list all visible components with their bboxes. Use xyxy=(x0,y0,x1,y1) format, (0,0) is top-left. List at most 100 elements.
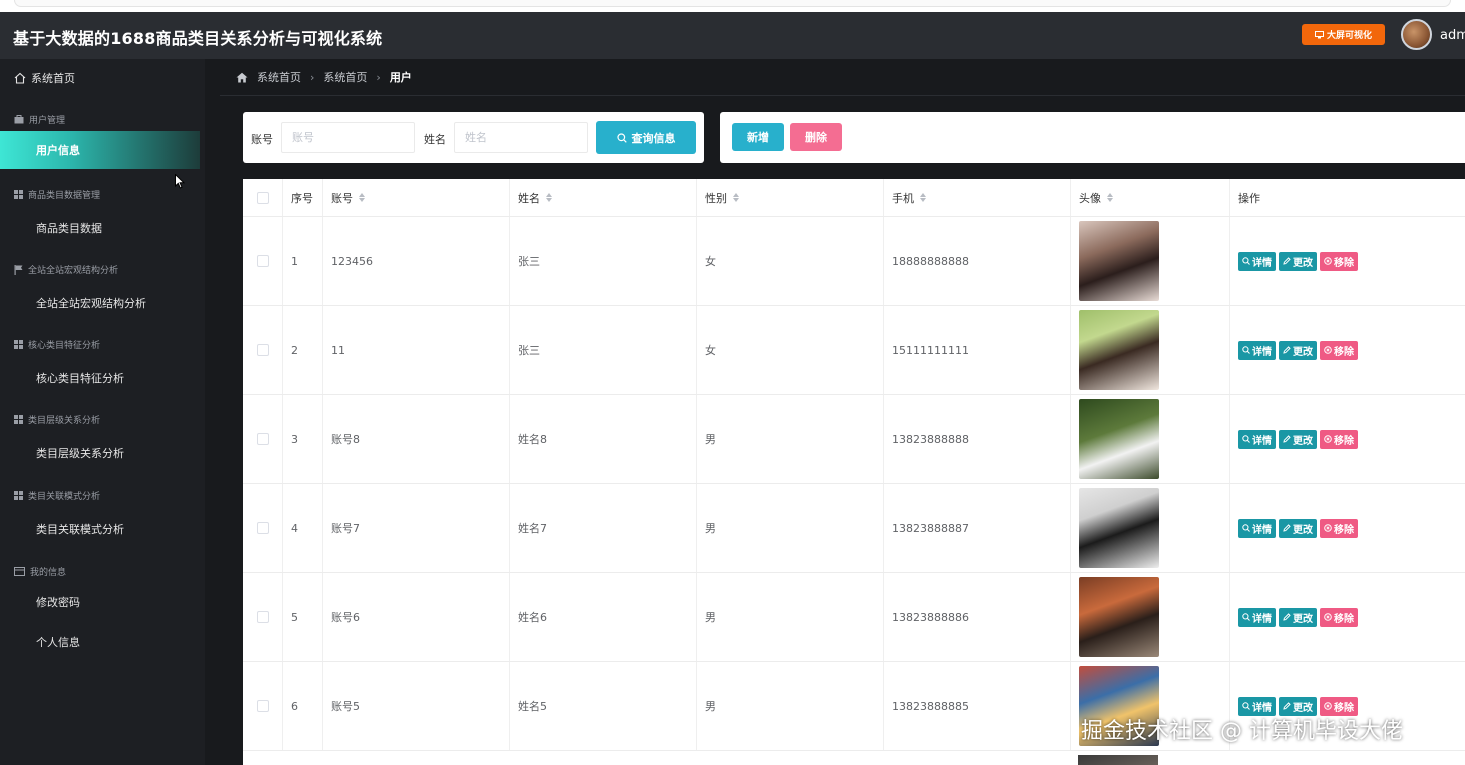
avatar-cell xyxy=(1070,306,1229,394)
detail-label: 详情 xyxy=(1252,257,1272,269)
row-checkbox[interactable] xyxy=(256,255,269,267)
detail-button[interactable]: 详情 xyxy=(1238,607,1276,627)
sidebar-item-change-password[interactable]: 修改密码 xyxy=(0,583,205,621)
user-name[interactable]: admi xyxy=(1440,28,1465,43)
sort-icon[interactable] xyxy=(733,193,739,202)
detail-button[interactable]: 详情 xyxy=(1238,518,1276,538)
sidebar-group-label: 我的信息 xyxy=(30,568,67,578)
sidebar-item-personal-info[interactable]: 个人信息 xyxy=(0,623,205,661)
detail-label: 详情 xyxy=(1252,346,1272,358)
row-checkbox[interactable] xyxy=(256,700,269,712)
gender-value: 男 xyxy=(705,433,716,446)
sidebar-item-user-info[interactable]: 用户信息 xyxy=(0,131,200,169)
name-input[interactable] xyxy=(454,122,588,153)
remove-button[interactable]: 移除 xyxy=(1320,429,1358,449)
name-cell: 张三 xyxy=(509,217,696,305)
column-header-avatar[interactable]: 头像 xyxy=(1070,179,1229,216)
edit-button[interactable]: 更改 xyxy=(1279,607,1317,627)
sort-icon[interactable] xyxy=(920,193,926,202)
avatar-cell xyxy=(1070,217,1229,305)
gender-value: 女 xyxy=(705,344,716,357)
sidebar-group-label: 商品类目数据管理 xyxy=(28,191,101,201)
row-actions: 详情 更改 移除 xyxy=(1238,251,1358,271)
index-cell: 4 xyxy=(282,484,322,572)
gender-cell: 男 xyxy=(696,573,883,661)
row-checkbox[interactable] xyxy=(256,522,269,534)
detail-label: 详情 xyxy=(1252,613,1272,625)
column-header-actions: 操作 xyxy=(1229,179,1465,216)
sidebar-item-macro-structure[interactable]: 全站全站宏观结构分析 xyxy=(0,284,205,322)
breadcrumb: 系统首页 › 系统首页 › 用户 xyxy=(220,59,1465,96)
sort-icon[interactable] xyxy=(359,193,365,202)
user-avatar-image xyxy=(1079,221,1159,301)
query-button[interactable]: 查询信息 xyxy=(596,121,696,154)
sidebar-item-association[interactable]: 类目关联模式分析 xyxy=(0,510,205,548)
column-header-account[interactable]: 账号 xyxy=(322,179,509,216)
sort-icon[interactable] xyxy=(1107,193,1113,202)
chevron-right-icon: › xyxy=(376,70,381,84)
index-value: 1 xyxy=(291,254,298,268)
sidebar-item-category-data[interactable]: 商品类目数据 xyxy=(0,209,205,247)
sidebar-group-association: 类目关联模式分析 xyxy=(14,489,100,502)
column-header-index: 序号 xyxy=(282,179,322,216)
column-header-name[interactable]: 姓名 xyxy=(509,179,696,216)
select-all-checkbox[interactable] xyxy=(256,191,269,204)
edit-button[interactable]: 更改 xyxy=(1279,251,1317,271)
detail-button[interactable]: 详情 xyxy=(1238,251,1276,271)
sidebar-item-label: 修改密码 xyxy=(36,596,80,609)
edit-button[interactable]: 更改 xyxy=(1279,518,1317,538)
edit-label: 更改 xyxy=(1293,257,1313,269)
bigscreen-button[interactable]: 大屏可视化 xyxy=(1302,24,1385,45)
pencil-icon xyxy=(1283,346,1291,354)
row-checkbox[interactable] xyxy=(256,433,269,445)
pencil-icon xyxy=(1283,702,1291,710)
column-title: 手机 xyxy=(892,191,914,205)
search-icon xyxy=(1242,257,1250,265)
detail-button[interactable]: 详情 xyxy=(1238,429,1276,449)
gender-cell: 男 xyxy=(696,662,883,750)
avatar[interactable] xyxy=(1401,19,1432,50)
sidebar-group-label: 全站全站宏观结构分析 xyxy=(28,266,119,276)
sidebar-item-home[interactable]: 系统首页 xyxy=(14,70,75,86)
app-title: 基于大数据的1688商品类目关系分析与可视化系统 xyxy=(13,29,383,48)
account-input[interactable] xyxy=(281,122,415,153)
remove-button[interactable]: 移除 xyxy=(1320,607,1358,627)
pencil-icon xyxy=(1283,613,1291,621)
row-checkbox[interactable] xyxy=(256,611,269,623)
sidebar-item-hierarchy[interactable]: 类目层级关系分析 xyxy=(0,434,205,472)
index-value: 6 xyxy=(291,699,298,713)
detail-button[interactable]: 详情 xyxy=(1238,340,1276,360)
edit-button[interactable]: 更改 xyxy=(1279,429,1317,449)
sidebar-group-hierarchy: 类目层级关系分析 xyxy=(14,413,100,426)
remove-button[interactable]: 移除 xyxy=(1320,340,1358,360)
add-button[interactable]: 新增 xyxy=(732,123,784,151)
breadcrumb-item[interactable]: 系统首页 xyxy=(257,69,301,85)
bigscreen-label: 大屏可视化 xyxy=(1326,31,1372,41)
edit-button[interactable]: 更改 xyxy=(1279,340,1317,360)
index-cell: 3 xyxy=(282,395,322,483)
breadcrumb-item[interactable]: 系统首页 xyxy=(323,69,367,85)
remove-button[interactable]: 移除 xyxy=(1320,251,1358,271)
delete-button[interactable]: 删除 xyxy=(790,123,842,151)
index-cell: 5 xyxy=(282,573,322,661)
sidebar-item-core-category[interactable]: 核心类目特征分析 xyxy=(0,359,205,397)
column-header-phone[interactable]: 手机 xyxy=(883,179,1070,216)
phone-cell: 13823888887 xyxy=(883,484,1070,572)
name-value: 姓名5 xyxy=(518,700,547,713)
query-button-label: 查询信息 xyxy=(631,131,676,145)
mouse-cursor-icon xyxy=(175,174,185,189)
avatar-cell xyxy=(1070,573,1229,661)
phone-value: 13823888887 xyxy=(892,521,969,535)
card-icon xyxy=(14,567,25,576)
close-circle-icon xyxy=(1324,524,1332,532)
sort-icon[interactable] xyxy=(546,193,552,202)
column-header-gender[interactable]: 性别 xyxy=(696,179,883,216)
top-bar: 基于大数据的1688商品类目关系分析与可视化系统 大屏可视化 admi xyxy=(0,12,1465,59)
account-value: 账号5 xyxy=(331,700,360,713)
account-cell: 账号6 xyxy=(322,573,509,661)
close-circle-icon xyxy=(1324,435,1332,443)
sidebar-item-label: 类目关联模式分析 xyxy=(36,523,124,536)
remove-button[interactable]: 移除 xyxy=(1320,518,1358,538)
remove-label: 移除 xyxy=(1334,257,1354,269)
row-checkbox[interactable] xyxy=(256,344,269,356)
